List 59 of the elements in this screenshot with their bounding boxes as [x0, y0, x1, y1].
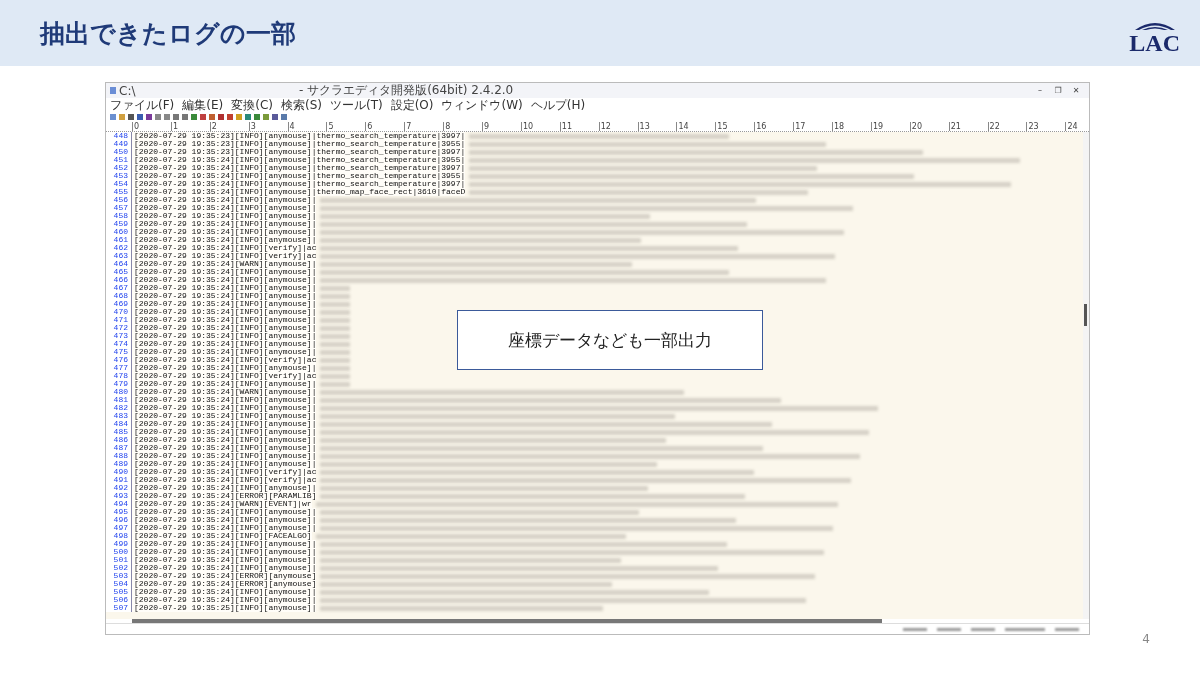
- blurred-text: [320, 325, 351, 331]
- ruler-number: 16: [754, 122, 794, 131]
- menu-item[interactable]: 設定(O): [390, 97, 434, 114]
- logo-text: LAC: [1129, 31, 1180, 55]
- ruler-number: 22: [987, 122, 1027, 131]
- menu-item[interactable]: 変換(C): [231, 97, 273, 114]
- blurred-text: [320, 333, 351, 339]
- ruler-number: 13: [637, 122, 677, 131]
- ruler-number: 20: [909, 122, 949, 131]
- blurred-text: [320, 317, 351, 323]
- blurred-text: [320, 309, 351, 315]
- ruler-number: 6: [365, 122, 405, 131]
- ruler-number: 23: [1026, 122, 1066, 131]
- ruler-number: 12: [598, 122, 638, 131]
- ruler-number: 19: [870, 122, 910, 131]
- window-control[interactable]: –: [1031, 86, 1049, 95]
- window-title: - サクラエディタ開発版(64bit) 2.4.2.0: [298, 82, 515, 99]
- scrollbar[interactable]: [1083, 132, 1089, 619]
- ruler-number: 8: [443, 122, 482, 131]
- ruler-number: 2: [209, 122, 249, 131]
- line-number: 507: [106, 604, 132, 612]
- slide-title: 抽出できたログの一部: [40, 17, 296, 50]
- blurred-text: [320, 349, 351, 355]
- blurred-text: [320, 373, 351, 379]
- ruler-number: 5: [326, 122, 366, 131]
- ruler-number: 14: [676, 122, 716, 131]
- blurred-text: [320, 341, 351, 347]
- ruler-number: 10: [520, 122, 560, 131]
- window-control[interactable]: ❐: [1049, 86, 1067, 95]
- callout-text: 座標データなども一部出力: [508, 328, 712, 352]
- ruler-number: 21: [948, 122, 988, 131]
- blurred-text: [320, 381, 351, 387]
- ruler-number: 7: [404, 122, 444, 131]
- blurred-text: [320, 365, 351, 371]
- menu-item[interactable]: ヘルプ(H): [530, 97, 586, 114]
- blurred-text: [320, 357, 351, 363]
- ruler-number: 3: [248, 122, 288, 131]
- ruler-number: 17: [793, 122, 833, 131]
- blurred-text: [320, 293, 351, 299]
- ruler-number: 0: [132, 122, 171, 131]
- ruler-number: 24: [1065, 122, 1105, 131]
- horizontal-scrollbar[interactable]: [132, 619, 882, 623]
- document-icon: [110, 87, 116, 94]
- file-path: C:\: [119, 83, 137, 98]
- window-control[interactable]: ✕: [1067, 86, 1085, 95]
- ruler-number: 4: [287, 122, 327, 131]
- ruler-number: 1: [170, 122, 210, 131]
- menu-item[interactable]: ツール(T): [329, 97, 383, 114]
- menu-item[interactable]: ファイル(F): [110, 97, 175, 114]
- menu-item[interactable]: 編集(E): [182, 97, 224, 114]
- ruler-number: 18: [832, 122, 871, 131]
- ruler-number: 15: [715, 122, 755, 131]
- ruler-number: 9: [482, 122, 521, 131]
- menu-item[interactable]: 検索(S): [280, 97, 322, 114]
- blurred-text: [320, 285, 351, 291]
- menu-item[interactable]: ウィンドウ(W): [441, 97, 523, 114]
- ruler-number: 11: [559, 122, 599, 131]
- blurred-text: [320, 301, 351, 307]
- page-number: 4: [1142, 632, 1150, 646]
